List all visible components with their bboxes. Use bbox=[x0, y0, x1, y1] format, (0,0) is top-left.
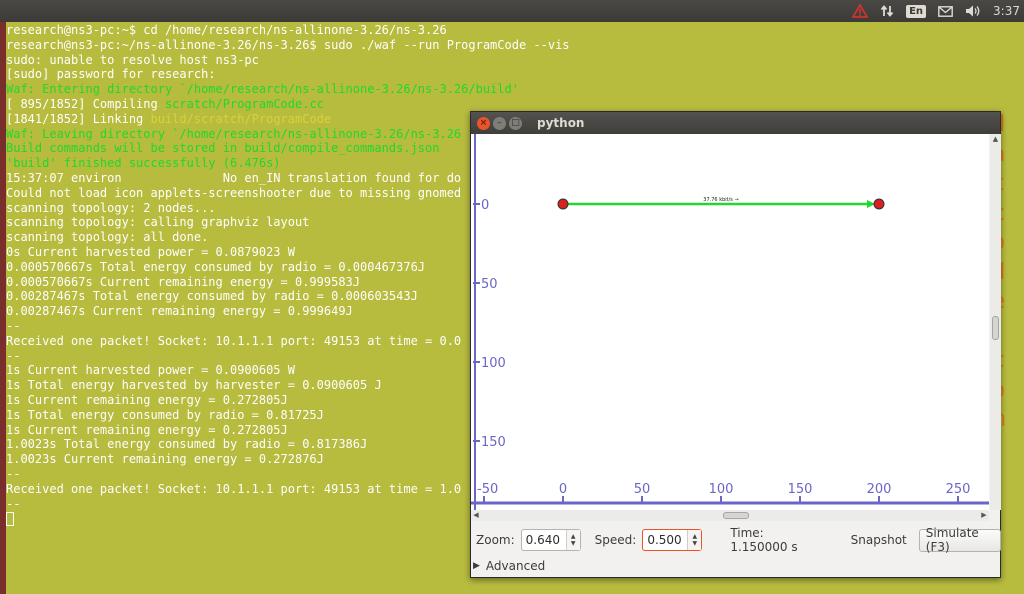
maximize-icon: □ bbox=[511, 117, 520, 128]
terminal-line: research@ns3-pc:~$ cd /home/research/ns-… bbox=[6, 23, 447, 37]
terminal-line-prefix: [ 895/1852] Compiling bbox=[6, 96, 165, 111]
simulation-time: Time: 1.150000 s bbox=[730, 526, 798, 554]
speed-stepper-icon[interactable]: ▲ ▼ bbox=[687, 530, 702, 550]
terminal-line: [sudo] password for research: bbox=[6, 67, 216, 82]
minimize-icon: – bbox=[497, 117, 502, 128]
x-tick-label: 0 bbox=[559, 482, 567, 497]
terminal-line-path: build/scratch/ProgramCode bbox=[150, 111, 332, 126]
x-tick-label: 150 bbox=[788, 482, 813, 497]
volume-indicator[interactable] bbox=[965, 0, 981, 22]
speed-value[interactable]: 0.500 bbox=[643, 530, 687, 550]
warning-icon bbox=[852, 4, 869, 18]
snapshot-button[interactable]: Snapshot bbox=[851, 533, 907, 547]
vertical-scrollbar[interactable]: ▲ bbox=[990, 134, 1001, 510]
zoom-spinbox[interactable]: 0.640 ▲ ▼ bbox=[520, 529, 581, 551]
x-tick-label: 200 bbox=[867, 482, 892, 497]
zoom-value[interactable]: 0.640 bbox=[522, 530, 566, 550]
keyboard-layout-label: En bbox=[906, 4, 927, 18]
topology-canvas[interactable]: 0 50 100 150 -50 0 50 100 150 200 250 37.76 kbit/s … bbox=[471, 134, 989, 510]
terminal-line: sudo: unable to resolve host ns3-pc bbox=[6, 52, 259, 67]
scroll-up-icon[interactable]: ▲ bbox=[990, 134, 1001, 144]
zoom-stepper-icon[interactable]: ▲ ▼ bbox=[565, 530, 580, 550]
terminal-cursor bbox=[6, 512, 14, 527]
advanced-label: Advanced bbox=[485, 559, 546, 573]
mail-indicator[interactable] bbox=[938, 0, 953, 22]
terminal-line: research@ns3-pc:~/ns-allinone-3.26/ns-3.… bbox=[6, 37, 570, 52]
close-icon: × bbox=[479, 117, 488, 128]
zoom-label: Zoom: bbox=[476, 533, 515, 547]
network-indicator[interactable] bbox=[880, 0, 894, 22]
vertical-scroll-thumb[interactable] bbox=[992, 316, 999, 340]
topology-svg: 0 50 100 150 -50 0 50 100 150 200 250 37.76 kbit/s … bbox=[471, 134, 989, 510]
advanced-expander[interactable]: ▶ Advanced bbox=[473, 559, 545, 573]
mail-icon bbox=[938, 5, 953, 17]
expander-arrow-icon: ▶ bbox=[473, 561, 480, 571]
node-0[interactable] bbox=[557, 198, 569, 210]
controls-bar: Zoom: 0.640 ▲ ▼ Speed: 0.500 ▲ ▼ Time: 1.1… bbox=[471, 526, 1001, 554]
clock-indicator[interactable]: 3:37 bbox=[993, 0, 1020, 22]
window-title: python bbox=[537, 116, 585, 130]
network-arrows-icon bbox=[880, 5, 894, 17]
top-panel: En 3:37 bbox=[0, 0, 1024, 22]
terminal-line: [ 895/1852] Compiling scratch/ProgramCod… bbox=[6, 97, 1024, 112]
speed-label: Speed: bbox=[594, 533, 637, 547]
scroll-left-icon[interactable]: ◀ bbox=[471, 510, 481, 521]
scroll-right-icon[interactable]: ▶ bbox=[979, 510, 989, 521]
horizontal-scrollbar[interactable]: ◀ ▶ bbox=[471, 510, 989, 521]
volume-icon bbox=[966, 5, 980, 17]
horizontal-scroll-thumb[interactable] bbox=[723, 512, 749, 519]
clock: 3:37 bbox=[993, 4, 1020, 18]
y-tick-label: 100 bbox=[481, 356, 506, 371]
y-tick-label: 150 bbox=[481, 435, 506, 450]
window-titlebar[interactable]: × – □ python bbox=[471, 112, 1000, 134]
simulate-label: Simulate (F3) bbox=[925, 526, 979, 554]
speed-spinbox[interactable]: 0.500 ▲ ▼ bbox=[642, 529, 703, 551]
x-tick-label: 100 bbox=[709, 482, 734, 497]
y-tick-label: 50 bbox=[481, 277, 498, 292]
keyboard-layout-indicator[interactable]: En bbox=[906, 0, 927, 22]
x-tick-label: 250 bbox=[946, 482, 971, 497]
minimize-button[interactable]: – bbox=[493, 116, 506, 130]
python-visualizer-window: × – □ python 0 50 100 150 -50 0 50 100 150 200 250… bbox=[470, 111, 1001, 578]
simulate-button[interactable]: Simulate (F3) bbox=[918, 526, 1001, 554]
terminal-line-prefix: [1841/1852] Linking bbox=[6, 111, 151, 126]
link-label: 37.76 kbit/s → bbox=[703, 197, 738, 203]
x-tick-label: 50 bbox=[634, 482, 651, 497]
x-tick-label: -50 bbox=[477, 482, 498, 497]
warning-indicator[interactable] bbox=[852, 0, 869, 22]
y-tick-label: 0 bbox=[481, 198, 489, 213]
node-1[interactable] bbox=[873, 198, 885, 210]
terminal-line-path: scratch/ProgramCode.cc bbox=[164, 96, 324, 111]
maximize-button[interactable]: □ bbox=[509, 116, 522, 130]
terminal-line: Waf: Entering directory `/home/research/… bbox=[6, 82, 519, 97]
close-button[interactable]: × bbox=[477, 116, 490, 130]
